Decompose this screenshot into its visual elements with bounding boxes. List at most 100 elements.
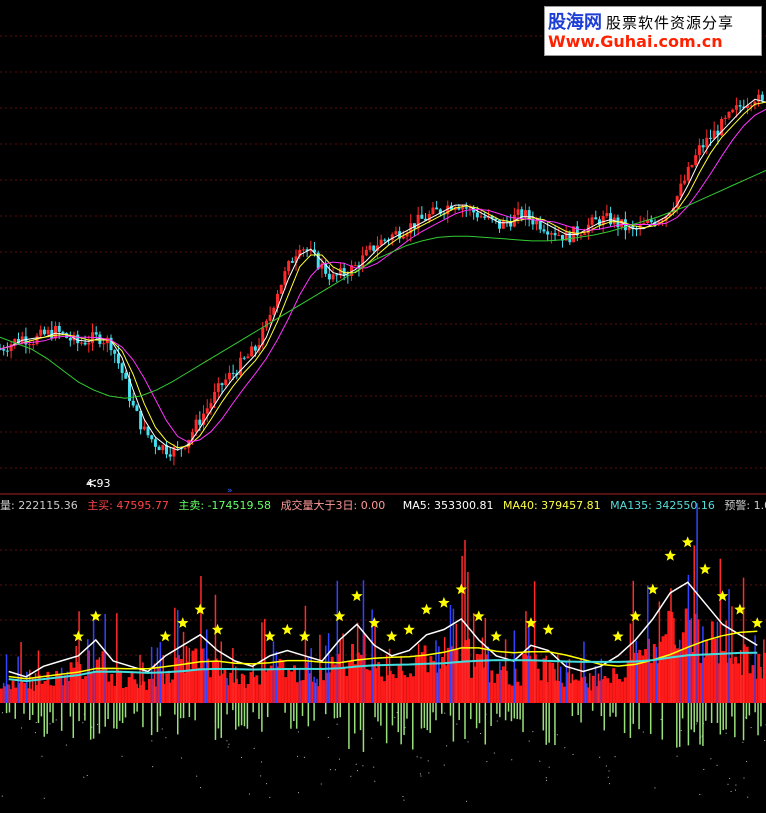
volume-buy-bar — [301, 680, 305, 703]
volume-tick-bar — [696, 503, 698, 703]
candle-body — [242, 357, 246, 359]
volume-sell-bar — [580, 703, 582, 723]
volume-buy-bar — [84, 676, 88, 703]
volume-buy-bar — [574, 679, 578, 703]
volume-sell-bar — [702, 703, 704, 746]
volume-tick-bar — [156, 647, 159, 703]
noise-dot — [730, 790, 732, 792]
candle-body — [731, 109, 735, 113]
volume-tick-bar — [760, 666, 762, 703]
candle-body — [383, 239, 387, 241]
volume-sell-bar — [284, 703, 286, 713]
volume-sell-bar — [452, 703, 455, 742]
noise-dot — [394, 716, 396, 718]
volume-buy-bar — [536, 668, 540, 703]
noise-dot — [467, 741, 469, 743]
candle-body — [194, 419, 198, 433]
candle-body — [46, 329, 50, 335]
noise-dot — [642, 731, 644, 733]
volume-tick-bar — [504, 639, 507, 703]
volume-sell-bar — [37, 703, 40, 723]
volume-sell-bar — [150, 703, 153, 736]
volume-sell-bar — [406, 703, 408, 719]
noise-dot — [396, 712, 398, 714]
volume-buy-bar — [49, 685, 53, 703]
volume-tick-bar — [655, 647, 658, 703]
noise-dot — [20, 727, 22, 729]
candle-body — [435, 207, 439, 210]
volume-sell-bar — [290, 703, 292, 729]
noise-dot — [65, 744, 67, 746]
volume-sell-bar — [615, 703, 617, 717]
volume-buy-bar — [0, 688, 3, 703]
volume-tick-bar — [87, 639, 89, 703]
volume-buy-bar — [229, 672, 233, 703]
volume-sell-bar — [159, 703, 162, 717]
ma-slow-line — [0, 108, 766, 443]
noise-dot — [703, 768, 705, 770]
volume-buy-bar — [530, 659, 534, 703]
volume-sell-bar — [107, 703, 109, 720]
logo-url[interactable]: Www.Guhai.com.cn — [548, 32, 723, 51]
volume-tick-bar — [232, 647, 234, 703]
volume-sell-bar — [246, 703, 249, 729]
noise-dot — [260, 775, 262, 777]
guhai-logo[interactable]: 股海网 股票软件资源分享 Www.Guhai.com.cn — [544, 6, 762, 56]
volume-sell-bar — [5, 703, 8, 714]
volume-buy-bar — [130, 672, 134, 703]
volume-buy-bar — [542, 658, 546, 703]
noise-dot — [548, 766, 550, 768]
candle-body — [327, 273, 331, 280]
candle-body — [150, 435, 154, 440]
candle-body — [583, 233, 587, 235]
volume-buy-bar — [745, 646, 749, 703]
volume-buy-bar — [110, 673, 114, 703]
volume-sell-bar — [362, 703, 365, 752]
volume-buy-bar — [208, 677, 212, 703]
volume-sell-bar — [676, 703, 678, 748]
volume-buy-bar — [606, 678, 610, 703]
volume-buy-bar — [644, 649, 648, 703]
volume-tick-bar — [435, 640, 437, 703]
volume-sell-bar — [118, 703, 121, 721]
candle-body — [738, 105, 742, 107]
price-panel — [0, 89, 766, 466]
volume-sell-bar — [542, 703, 545, 731]
noise-dot — [266, 783, 268, 785]
volume-tick-bar — [264, 618, 266, 703]
volume-sell-bar — [232, 703, 234, 711]
volume-sell-bar — [458, 703, 460, 721]
candle-body — [213, 391, 217, 404]
volume-sell-bar — [742, 703, 745, 741]
candle-body — [331, 274, 335, 280]
volume-buy-bar — [191, 650, 195, 703]
volume-buy-bar — [351, 644, 354, 703]
candle-body — [153, 439, 157, 447]
volume-tick-bar — [461, 555, 463, 703]
noise-dot — [702, 723, 704, 725]
candle-body — [246, 356, 250, 359]
volume-sell-bar — [385, 703, 388, 744]
volume-tick-bar — [243, 675, 246, 703]
volume-tick-bar — [763, 639, 765, 703]
volume-buy-bar — [89, 673, 93, 703]
noise-dot — [608, 783, 610, 785]
volume-tick-bar — [356, 622, 359, 703]
noise-dot — [355, 763, 357, 765]
volume-sell-bar — [377, 703, 379, 722]
volume-sell-bar — [116, 703, 118, 729]
noise-dot — [214, 720, 216, 722]
volume-sell-bar — [748, 703, 751, 716]
volume-tick-bar — [586, 683, 588, 703]
candle-body — [54, 325, 58, 339]
warning-star — [542, 623, 555, 635]
noise-dot — [356, 770, 358, 772]
noise-dot — [564, 747, 566, 749]
noise-dot — [545, 779, 547, 781]
volume-buy-bar — [470, 677, 473, 703]
volume-buy-bar — [493, 682, 497, 703]
warning-star — [682, 536, 694, 548]
volume-buy-bar — [391, 674, 395, 703]
candle-body — [690, 165, 694, 167]
volume-buy-bar — [496, 673, 500, 703]
